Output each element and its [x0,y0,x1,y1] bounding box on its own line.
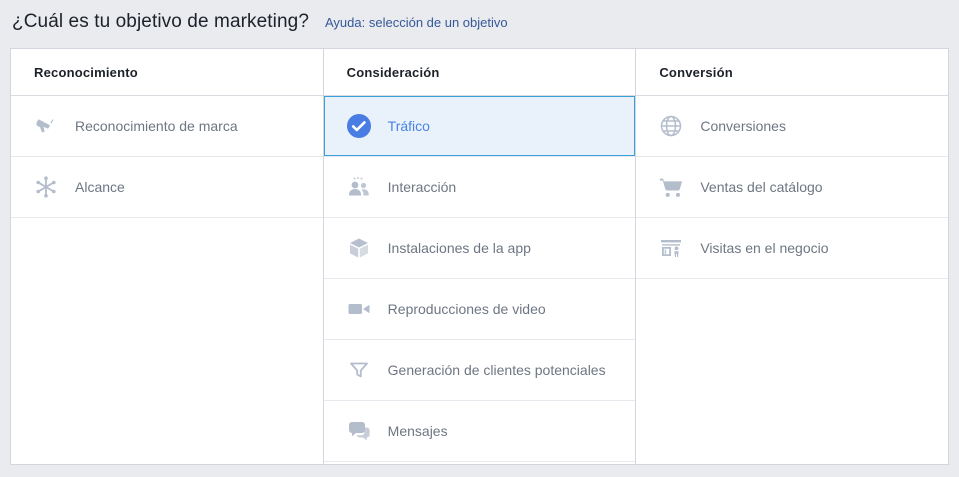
objective-label: Visitas en el negocio [700,240,828,256]
objective-table: Reconocimiento Reconocimiento de marca Alc… [10,48,949,465]
objective-item[interactable]: Visitas en el negocio [636,218,948,279]
objective-label: Generación de clientes potenciales [388,362,606,378]
objective-item[interactable]: Instalaciones de la app [324,218,636,279]
megaphone-icon [33,113,59,139]
objective-column-2: Consideración Tráfico Interacción Instalaci… [323,49,636,464]
objective-label: Reconocimiento de marca [75,118,238,134]
objective-label: Conversiones [700,118,786,134]
objective-item[interactable]: Reproducciones de video [324,279,636,340]
page-title: ¿Cuál es tu objetivo de marketing? [12,11,309,33]
page-header: ¿Cuál es tu objetivo de marketing? Ayuda… [0,0,959,42]
objective-label: Tráfico [388,118,430,134]
app-cube-icon [346,235,372,261]
check-circle-icon [346,113,372,139]
globe-icon [658,113,684,139]
column-header: Consideración [324,49,636,96]
objective-label: Instalaciones de la app [388,240,531,256]
help-link[interactable]: Ayuda: selección de un objetivo [325,15,508,30]
engagement-people-icon [346,174,372,200]
objective-item[interactable]: Mensajes [324,401,636,462]
objective-column-1: Reconocimiento Reconocimiento de marca Alc… [11,49,323,464]
column-header: Reconocimiento [11,49,323,96]
objective-item[interactable]: Generación de clientes potenciales [324,340,636,401]
funnel-icon [346,357,372,383]
objective-label: Alcance [75,179,125,195]
objective-label: Reproducciones de video [388,301,546,317]
reach-icon [33,174,59,200]
video-camera-icon [346,296,372,322]
objective-label: Interacción [388,179,456,195]
objective-label: Mensajes [388,423,448,439]
storefront-icon [658,235,684,261]
objective-item[interactable]: Alcance [11,157,323,218]
column-header: Conversión [636,49,948,96]
objective-item[interactable]: Interacción [324,157,636,218]
column-empty-space [11,218,323,464]
column-empty-space [324,462,636,464]
cart-icon [658,174,684,200]
objective-item[interactable]: Reconocimiento de marca [11,96,323,157]
column-empty-space [636,279,948,464]
objective-label: Ventas del catálogo [700,179,822,195]
objective-column-3: Conversión Conversiones Ventas del catálog… [635,49,948,464]
chat-bubbles-icon [346,418,372,444]
objective-item[interactable]: Ventas del catálogo [636,157,948,218]
objective-item[interactable]: Tráfico [324,96,636,157]
objective-item[interactable]: Conversiones [636,96,948,157]
